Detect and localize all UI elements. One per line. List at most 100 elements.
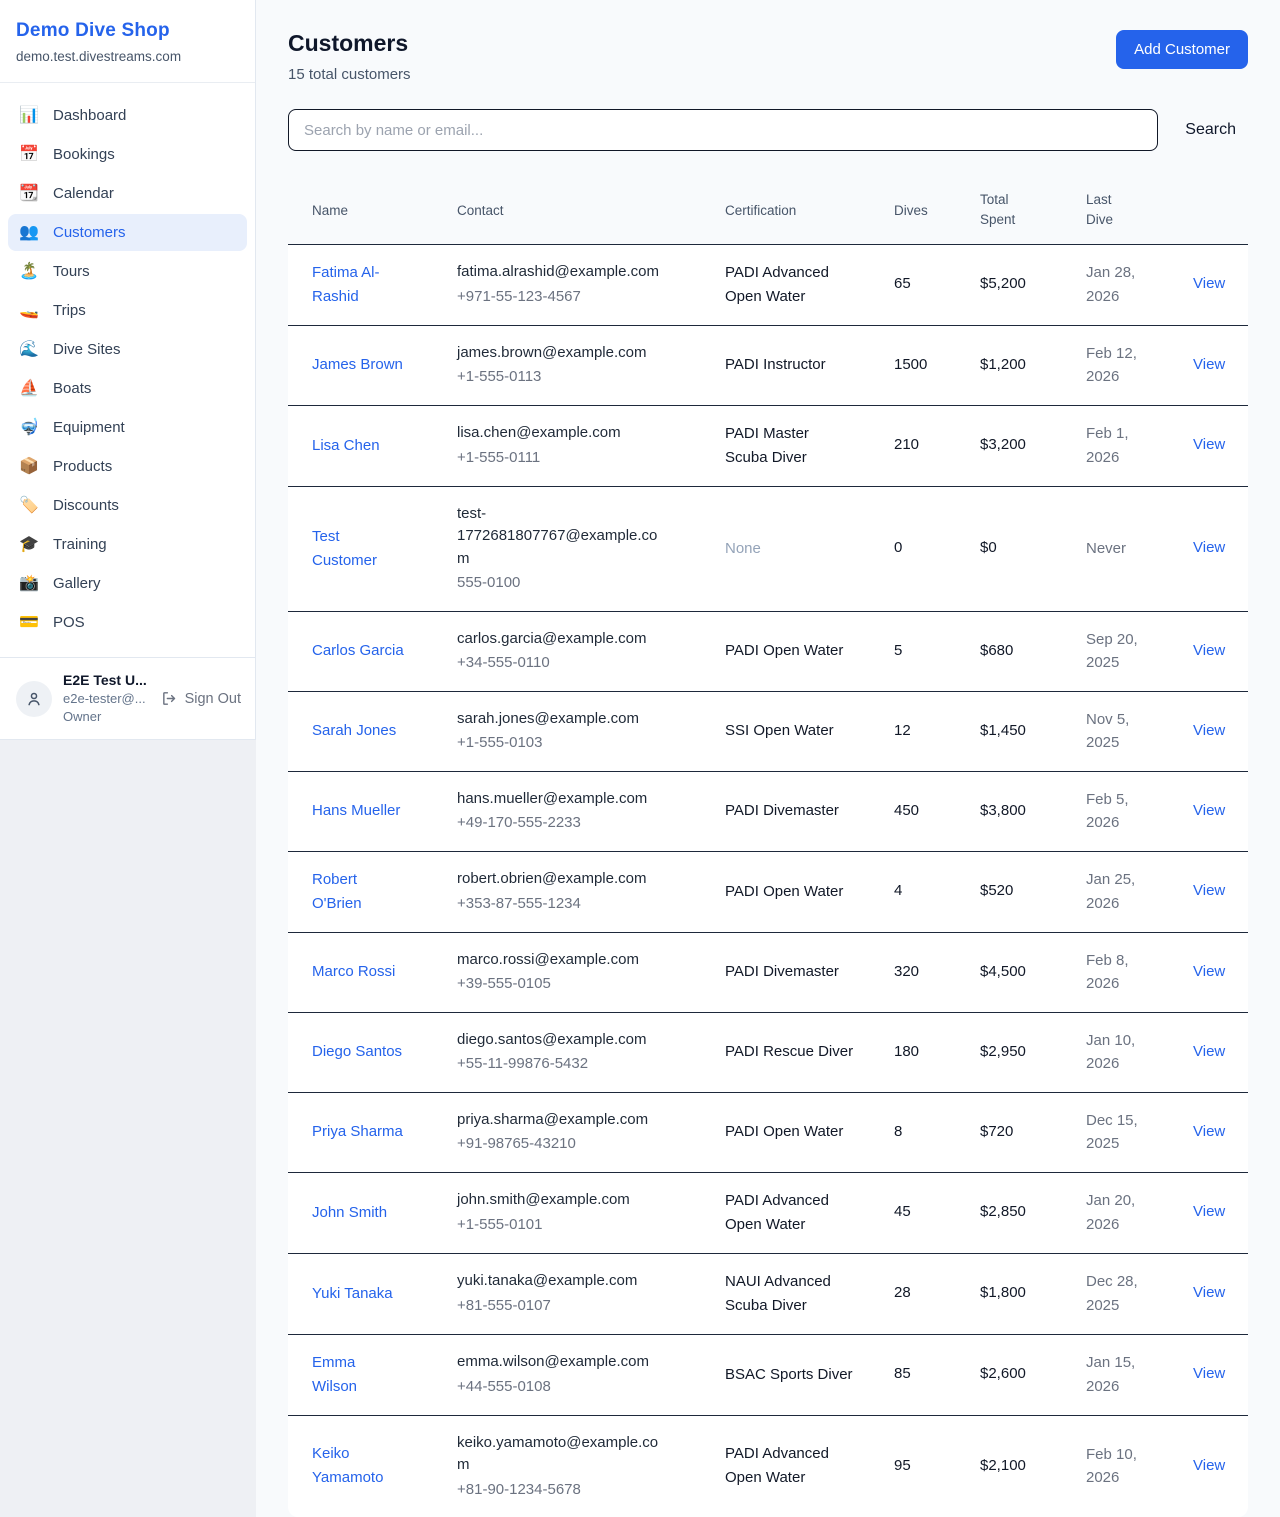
sidebar-item-bookings[interactable]: 📅 Bookings [8, 136, 247, 173]
sidebar-item-label: POS [53, 614, 85, 631]
customer-phone: +1-555-0103 [457, 732, 705, 755]
brand-block: Demo Dive Shop demo.test.divestreams.com [0, 0, 255, 83]
view-link[interactable]: View [1193, 539, 1225, 556]
customer-total-spent: $2,850 [980, 1203, 1026, 1220]
customer-email: robert.obrien@example.com [457, 868, 662, 891]
view-link[interactable]: View [1193, 1365, 1225, 1382]
customer-phone: +39-555-0105 [457, 973, 705, 996]
customer-certification: PADI Rescue Diver [725, 1040, 855, 1064]
customer-email: carlos.garcia@example.com [457, 628, 662, 651]
view-link[interactable]: View [1193, 1284, 1225, 1301]
customer-total-spent: $0 [980, 539, 997, 556]
sidebar-item-discounts[interactable]: 🏷️ Discounts [8, 487, 247, 524]
customers-table: Name Contact Certification Dives Total S… [288, 177, 1248, 1517]
sidebar-item-calendar[interactable]: 📆 Calendar [8, 175, 247, 212]
customer-dives: 1500 [894, 356, 927, 373]
col-header-dives: Dives [894, 177, 980, 244]
table-row: James Brown james.brown@example.com +1-5… [288, 325, 1248, 405]
customer-name-link[interactable]: Yuki Tanaka [312, 1282, 393, 1306]
customer-name-link[interactable]: Diego Santos [312, 1040, 402, 1064]
view-link[interactable]: View [1193, 436, 1225, 453]
view-link[interactable]: View [1193, 722, 1225, 739]
sidebar-item-boats[interactable]: ⛵ Boats [8, 370, 247, 407]
customer-name-link[interactable]: Priya Sharma [312, 1120, 403, 1144]
sidebar-item-label: Dashboard [53, 107, 126, 124]
customer-email: sarah.jones@example.com [457, 708, 662, 731]
bookings-icon: 📅 [18, 147, 40, 163]
view-link[interactable]: View [1193, 1123, 1225, 1140]
dive-sites-icon: 🌊 [18, 342, 40, 358]
customer-dives: 65 [894, 275, 911, 292]
customer-phone: 555-0100 [457, 572, 705, 595]
dashboard-icon: 📊 [18, 108, 40, 124]
logout-icon [161, 690, 178, 707]
sidebar-item-products[interactable]: 📦 Products [8, 448, 247, 485]
sign-out-button[interactable]: Sign Out [161, 690, 241, 707]
sidebar-item-dive-sites[interactable]: 🌊 Dive Sites [8, 331, 247, 368]
customer-name-link[interactable]: Marco Rossi [312, 960, 395, 984]
page-header: Customers 15 total customers Add Custome… [288, 30, 1248, 83]
customer-name-link[interactable]: Sarah Jones [312, 719, 396, 743]
avatar [16, 681, 52, 717]
customer-name-link[interactable]: Lisa Chen [312, 434, 380, 458]
person-icon [25, 690, 43, 708]
customer-name-link[interactable]: Test Customer [312, 525, 404, 573]
sidebar-item-dashboard[interactable]: 📊 Dashboard [8, 97, 247, 134]
add-customer-button[interactable]: Add Customer [1116, 30, 1248, 69]
app-root: Demo Dive Shop demo.test.divestreams.com… [0, 0, 1280, 1517]
table-row: Hans Mueller hans.mueller@example.com +4… [288, 771, 1248, 851]
customer-dives: 180 [894, 1043, 919, 1060]
customer-dives: 95 [894, 1457, 911, 1474]
sidebar-item-equipment[interactable]: 🤿 Equipment [8, 409, 247, 446]
view-link[interactable]: View [1193, 882, 1225, 899]
customer-total-spent: $1,450 [980, 722, 1026, 739]
search-button[interactable]: Search [1185, 121, 1236, 139]
boats-icon: ⛵ [18, 381, 40, 397]
customer-certification: PADI Advanced Open Water [725, 1442, 855, 1490]
sidebar-item-gallery[interactable]: 📸 Gallery [8, 565, 247, 602]
view-link[interactable]: View [1193, 356, 1225, 373]
calendar-icon: 📆 [18, 186, 40, 202]
customer-name-link[interactable]: Keiko Yamamoto [312, 1442, 404, 1490]
search-input[interactable] [288, 109, 1158, 151]
page-title: Customers [288, 30, 411, 57]
table-header-row: Name Contact Certification Dives Total S… [288, 177, 1248, 244]
sidebar-item-trips[interactable]: 🚤 Trips [8, 292, 247, 329]
customer-name-link[interactable]: Hans Mueller [312, 799, 400, 823]
customer-total-spent: $3,800 [980, 802, 1026, 819]
customer-certification: PADI Open Water [725, 639, 855, 663]
customer-name-link[interactable]: James Brown [312, 353, 403, 377]
sidebar-item-tours[interactable]: 🏝️ Tours [8, 253, 247, 290]
customer-name-link[interactable]: John Smith [312, 1201, 387, 1225]
customer-phone: +1-555-0111 [457, 447, 705, 470]
customer-total-spent: $680 [980, 642, 1013, 659]
table-row: Sarah Jones sarah.jones@example.com +1-5… [288, 691, 1248, 771]
view-link[interactable]: View [1193, 642, 1225, 659]
customer-phone: +34-555-0110 [457, 652, 705, 675]
table-row: John Smith john.smith@example.com +1-555… [288, 1172, 1248, 1253]
sidebar-item-label: Equipment [53, 419, 125, 436]
customer-phone: +81-90-1234-5678 [457, 1479, 705, 1502]
table-row: Emma Wilson emma.wilson@example.com +44-… [288, 1334, 1248, 1415]
customer-name-link[interactable]: Fatima Al-Rashid [312, 261, 404, 309]
customer-email: yuki.tanaka@example.com [457, 1270, 662, 1293]
view-link[interactable]: View [1193, 1203, 1225, 1220]
sidebar-item-customers[interactable]: 👥 Customers [8, 214, 247, 251]
customer-phone: +1-555-0113 [457, 366, 705, 389]
customers-icon: 👥 [18, 225, 40, 241]
sidebar-item-pos[interactable]: 💳 POS [8, 604, 247, 641]
customer-dives: 5 [894, 642, 902, 659]
view-link[interactable]: View [1193, 1457, 1225, 1474]
sidebar-item-training[interactable]: 🎓 Training [8, 526, 247, 563]
customer-name-link[interactable]: Carlos Garcia [312, 639, 404, 663]
view-link[interactable]: View [1193, 802, 1225, 819]
customer-name-link[interactable]: Robert O'Brien [312, 868, 404, 916]
customer-certification: PADI Open Water [725, 880, 855, 904]
customer-total-spent: $2,600 [980, 1365, 1026, 1382]
view-link[interactable]: View [1193, 963, 1225, 980]
view-link[interactable]: View [1193, 275, 1225, 292]
trips-icon: 🚤 [18, 303, 40, 319]
customer-name-link[interactable]: Emma Wilson [312, 1351, 404, 1399]
view-link[interactable]: View [1193, 1043, 1225, 1060]
table-row: Yuki Tanaka yuki.tanaka@example.com +81-… [288, 1253, 1248, 1334]
